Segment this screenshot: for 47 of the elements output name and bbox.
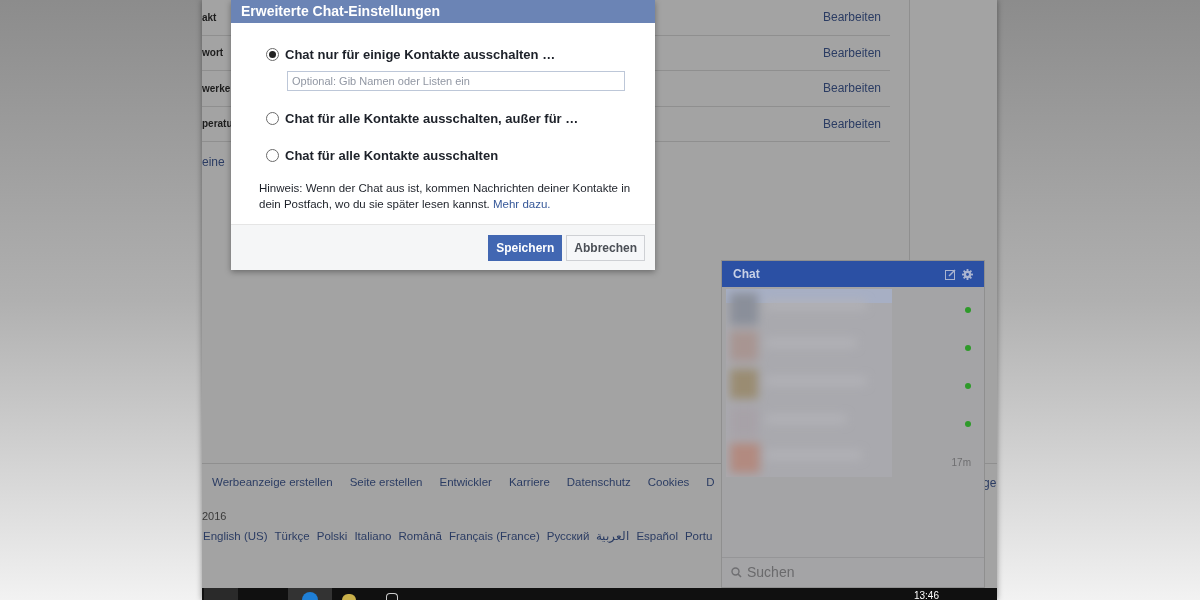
dialog-button[interactable]: Speichern bbox=[488, 234, 563, 261]
language-link[interactable]: Türkçe bbox=[274, 527, 310, 545]
option-label: Chat nur für einige Kontakte ausschalten … bbox=[285, 46, 556, 64]
option-label: Chat für alle Kontakte ausschalten, außer für … bbox=[285, 109, 579, 128]
radio-button[interactable] bbox=[266, 48, 279, 62]
footer-link[interactable]: Datenschutz bbox=[566, 474, 631, 492]
more-link[interactable]: Mehr dazu. bbox=[493, 197, 551, 210]
footer-link[interactable]: Karriere bbox=[508, 474, 550, 492]
language-link[interactable]: Español bbox=[636, 527, 678, 545]
footer-link[interactable]: D bbox=[706, 474, 715, 492]
dialog-title: Erweiterte Chat-Einstellungen bbox=[241, 2, 441, 21]
compose-icon[interactable] bbox=[945, 268, 956, 280]
setting-label: akt bbox=[202, 10, 217, 25]
edit-link[interactable]: Bearbeiten bbox=[822, 114, 881, 133]
search-icon bbox=[731, 567, 742, 578]
language-link[interactable]: Français (France) bbox=[448, 527, 540, 545]
taskbar-button[interactable] bbox=[288, 588, 332, 600]
radio-button[interactable] bbox=[266, 149, 279, 163]
language-link[interactable]: Italiano bbox=[354, 527, 392, 545]
language-link[interactable]: Română bbox=[398, 527, 442, 545]
hint-text: Hinweis: Wenn der Chat aus ist, kommen Nachrichten deiner Kontakte in dein Postfach, wo du sie später lesen kannst. Mehr dazu. bbox=[259, 180, 632, 212]
clock-text: 13:46 bbox=[913, 591, 939, 600]
names-input-field[interactable]: Optional: Gib Namen oder Listen ein bbox=[287, 70, 625, 91]
footer-link[interactable]: Werbeanzeige erstellen bbox=[212, 474, 333, 492]
copyright-text: 2016 bbox=[202, 509, 227, 525]
option-label: Chat für alle Kontakte ausschalten bbox=[285, 147, 499, 165]
app-icon[interactable] bbox=[386, 593, 398, 600]
language-link[interactable]: Portu bbox=[684, 527, 713, 545]
edit-link[interactable]: Bearbeiten bbox=[822, 43, 881, 62]
language-link[interactable]: English (US) bbox=[203, 527, 268, 545]
footer-link[interactable]: Entwickler bbox=[439, 474, 492, 492]
dialog-button[interactable]: Abbrechen bbox=[566, 234, 645, 261]
setting-label: wort bbox=[202, 46, 224, 61]
language-link[interactable]: Русский bbox=[546, 527, 590, 545]
radio-button[interactable] bbox=[266, 111, 279, 125]
chat-title: Chat bbox=[733, 266, 760, 283]
edit-link[interactable]: Bearbeiten bbox=[822, 8, 881, 27]
footer-link[interactable]: Cookies bbox=[647, 474, 690, 492]
language-link[interactable]: العربية bbox=[596, 527, 630, 545]
setting-label: werke bbox=[202, 81, 231, 96]
language-link[interactable]: Polski bbox=[316, 527, 348, 545]
footer-link[interactable]: Seite erstellen bbox=[349, 474, 423, 492]
link[interactable]: eine bbox=[202, 153, 225, 171]
chat-header[interactable]: Chat bbox=[722, 261, 984, 287]
chat-search-field[interactable]: Suchen bbox=[747, 562, 947, 583]
edit-link[interactable]: Bearbeiten bbox=[822, 79, 881, 98]
settings-icon[interactable] bbox=[962, 268, 973, 280]
